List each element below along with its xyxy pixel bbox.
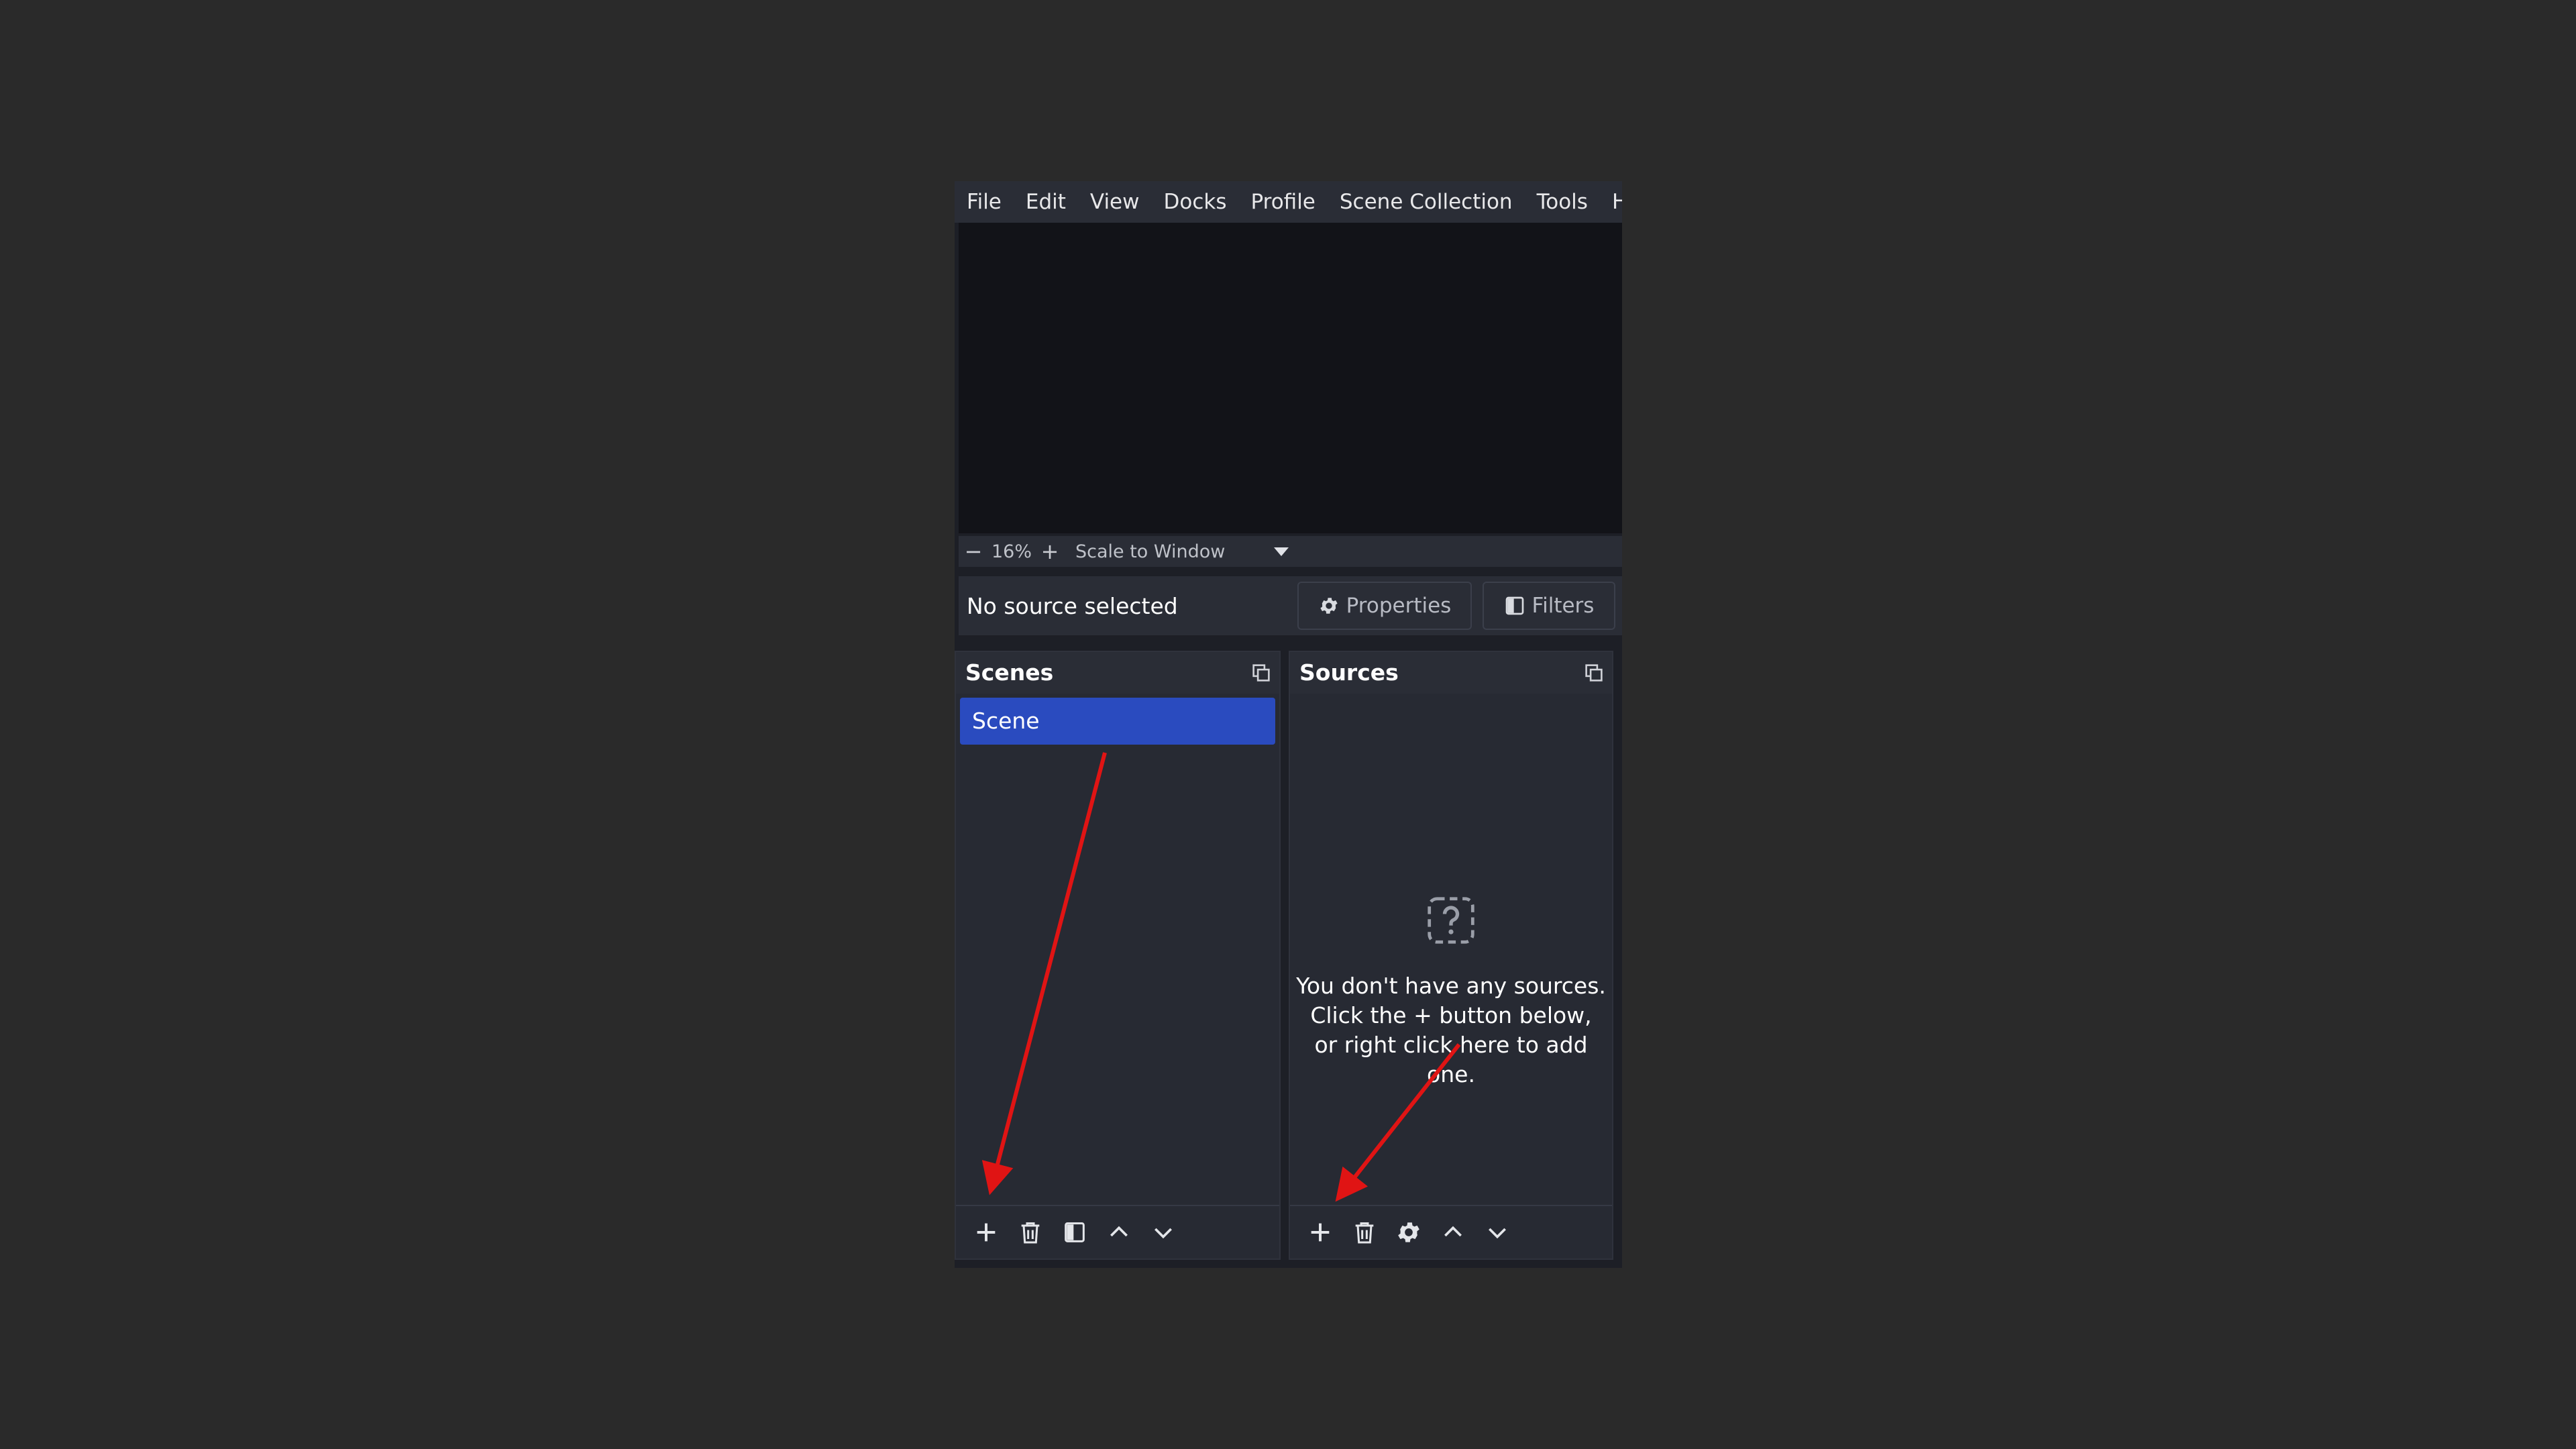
remove-scene-button[interactable]: [1008, 1211, 1053, 1254]
obs-main-window: File Edit View Docks Profile Scene Colle…: [955, 181, 1622, 1268]
undock-icon[interactable]: [1585, 664, 1603, 682]
scale-mode-select[interactable]: Scale to Window: [1075, 541, 1270, 562]
menu-scene-collection[interactable]: Scene Collection: [1328, 181, 1525, 223]
filters-icon: [1065, 1222, 1085, 1242]
scenes-dock: Scenes Scene: [955, 651, 1281, 1260]
scenes-toolbar: [956, 1205, 1279, 1258]
sources-title-text: Sources: [1299, 659, 1399, 686]
chevron-down-icon: [1155, 1228, 1172, 1239]
filters-label: Filters: [1532, 594, 1595, 618]
chevron-up-icon: [1110, 1226, 1128, 1237]
scenes-dock-title: Scenes: [956, 652, 1279, 694]
menu-help[interactable]: Hel: [1600, 181, 1622, 223]
sources-toolbar: [1290, 1205, 1612, 1258]
scene-filters-button[interactable]: [1053, 1211, 1097, 1254]
sources-dock-title: Sources: [1290, 652, 1612, 694]
context-bar: No source selected Properties Filters: [959, 576, 1622, 635]
sources-dock: Sources You don't have any sources. Clic…: [1289, 651, 1613, 1260]
move-scene-up-button[interactable]: [1097, 1211, 1141, 1254]
menu-view[interactable]: View: [1078, 181, 1152, 223]
source-properties-button[interactable]: [1387, 1211, 1431, 1254]
chevron-up-icon: [1444, 1226, 1462, 1237]
menu-bar: File Edit View Docks Profile Scene Colle…: [955, 181, 1622, 223]
scene-list-item[interactable]: Scene: [960, 698, 1275, 745]
move-scene-down-button[interactable]: [1141, 1211, 1185, 1254]
zoom-out-button[interactable]: −: [959, 539, 988, 564]
add-scene-button[interactable]: [964, 1211, 1008, 1254]
gear-icon: [1398, 1222, 1419, 1242]
sources-empty-state: You don't have any sources. Click the + …: [1290, 895, 1612, 1089]
preview-zoom-bar: − 16% + Scale to Window: [959, 536, 1622, 567]
add-source-button[interactable]: [1298, 1211, 1342, 1254]
move-source-up-button[interactable]: [1431, 1211, 1475, 1254]
zoom-level: 16%: [991, 541, 1032, 562]
menu-docks[interactable]: Docks: [1152, 181, 1239, 223]
trash-icon: [1355, 1222, 1374, 1244]
menu-file[interactable]: File: [955, 181, 1014, 223]
preview-canvas[interactable]: [959, 223, 1622, 533]
undock-icon[interactable]: [1252, 664, 1270, 682]
zoom-in-button[interactable]: +: [1035, 539, 1065, 564]
chevron-down-icon[interactable]: [1274, 547, 1289, 556]
menu-profile[interactable]: Profile: [1238, 181, 1327, 223]
question-icon: [1428, 897, 1474, 944]
sources-empty-message: You don't have any sources. Click the + …: [1296, 973, 1606, 1087]
trash-icon: [1021, 1222, 1040, 1244]
filters-icon: [1505, 596, 1523, 615]
gear-icon: [1320, 598, 1338, 614]
properties-label: Properties: [1346, 594, 1452, 618]
sources-list[interactable]: You don't have any sources. Click the + …: [1290, 694, 1612, 1205]
menu-edit[interactable]: Edit: [1014, 181, 1078, 223]
remove-source-button[interactable]: [1342, 1211, 1387, 1254]
scenes-title-text: Scenes: [965, 659, 1054, 686]
scenes-list[interactable]: Scene: [956, 694, 1279, 1205]
add-icon: [977, 1223, 996, 1242]
properties-button[interactable]: Properties: [1297, 582, 1472, 630]
chevron-down-icon: [1489, 1228, 1506, 1239]
move-source-down-button[interactable]: [1475, 1211, 1519, 1254]
add-icon: [1311, 1223, 1330, 1242]
menu-tools[interactable]: Tools: [1525, 181, 1600, 223]
selected-source-status: No source selected: [967, 592, 1178, 619]
filters-button[interactable]: Filters: [1483, 582, 1615, 630]
